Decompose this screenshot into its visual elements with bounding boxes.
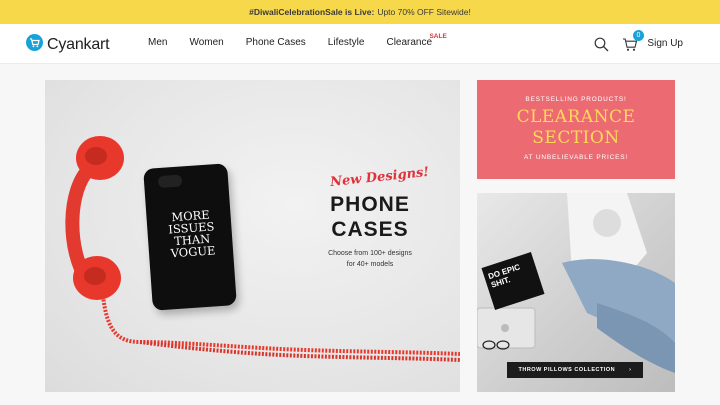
sale-badge: SALE [429, 33, 447, 40]
logo[interactable]: Cyankart [26, 34, 110, 56]
phone-case-mockup: MORE ISSUES THAN VOGUE [143, 163, 237, 311]
promo-lead: #DiwaliCelebrationSale is Live: [249, 7, 375, 17]
clearance-title-line1: CLEARANCE [516, 107, 636, 127]
hero-sub-line1: Choose from 100+ designs [328, 250, 412, 257]
cart-count-badge: 0 [633, 30, 644, 41]
clearance-title: CLEARANCE SECTION [477, 107, 675, 149]
clearance-banner[interactable]: BESTSELLING PRODUCTS! CLEARANCE SECTION … [477, 80, 675, 179]
clearance-top-text: BESTSELLING PRODUCTS! [525, 96, 627, 103]
phone-case-text: MORE ISSUES THAN VOGUE [167, 207, 216, 261]
hero-sub-line2: for 40+ models [346, 261, 394, 268]
promo-text: Upto 70% OFF Sitewide! [377, 7, 471, 17]
cart-logo-icon [26, 34, 43, 56]
hero-title-line1: PHONE [330, 193, 410, 216]
clearance-bottom-text: AT UNBELIEVABLE PRICES! [523, 154, 628, 161]
search-icon[interactable] [591, 34, 611, 54]
hero-copy: New Designs! PHONE CASES Choose from 100… [295, 164, 445, 270]
nav-clearance[interactable]: Clearance [386, 37, 432, 48]
throw-pillows-cta[interactable]: THROW PILLOWS COLLECTION › [507, 362, 643, 378]
cart-icon[interactable]: 0 [620, 30, 644, 54]
nav-women[interactable]: Women [189, 37, 223, 48]
hero-banner-phone-cases[interactable]: MORE ISSUES THAN VOGUE New Designs! PHON… [45, 80, 460, 392]
header-actions: 0 [591, 30, 644, 54]
hero-title: PHONE CASES [295, 192, 445, 242]
nav-men[interactable]: Men [148, 37, 167, 48]
nav-clearance-wrap: Clearance SALE [386, 33, 446, 48]
hero-title-line2: CASES [331, 218, 409, 241]
main-nav: Men Women Phone Cases Lifestyle Clearanc… [148, 33, 447, 48]
signup-link[interactable]: Sign Up [647, 38, 683, 49]
nav-lifestyle[interactable]: Lifestyle [328, 37, 365, 48]
hero-subtitle: Choose from 100+ designs for 40+ models [295, 248, 445, 270]
nav-phone-cases[interactable]: Phone Cases [246, 37, 306, 48]
hero-tagline: New Designs! [329, 164, 431, 191]
header: Cyankart Men Women Phone Cases Lifestyle… [0, 24, 720, 64]
logo-text: Cyankart [47, 36, 110, 53]
throw-pillows-cta-label: THROW PILLOWS COLLECTION [518, 367, 616, 373]
promo-bar: #DiwaliCelebrationSale is Live: Upto 70%… [0, 0, 720, 24]
clearance-title-line2: SECTION [532, 128, 620, 148]
chevron-right-icon: › [629, 367, 632, 373]
camera-icon [157, 174, 183, 189]
throw-pillows-banner[interactable]: DO EPIC SHIT. THROW PILLOWS COLLECTION › [477, 193, 675, 392]
